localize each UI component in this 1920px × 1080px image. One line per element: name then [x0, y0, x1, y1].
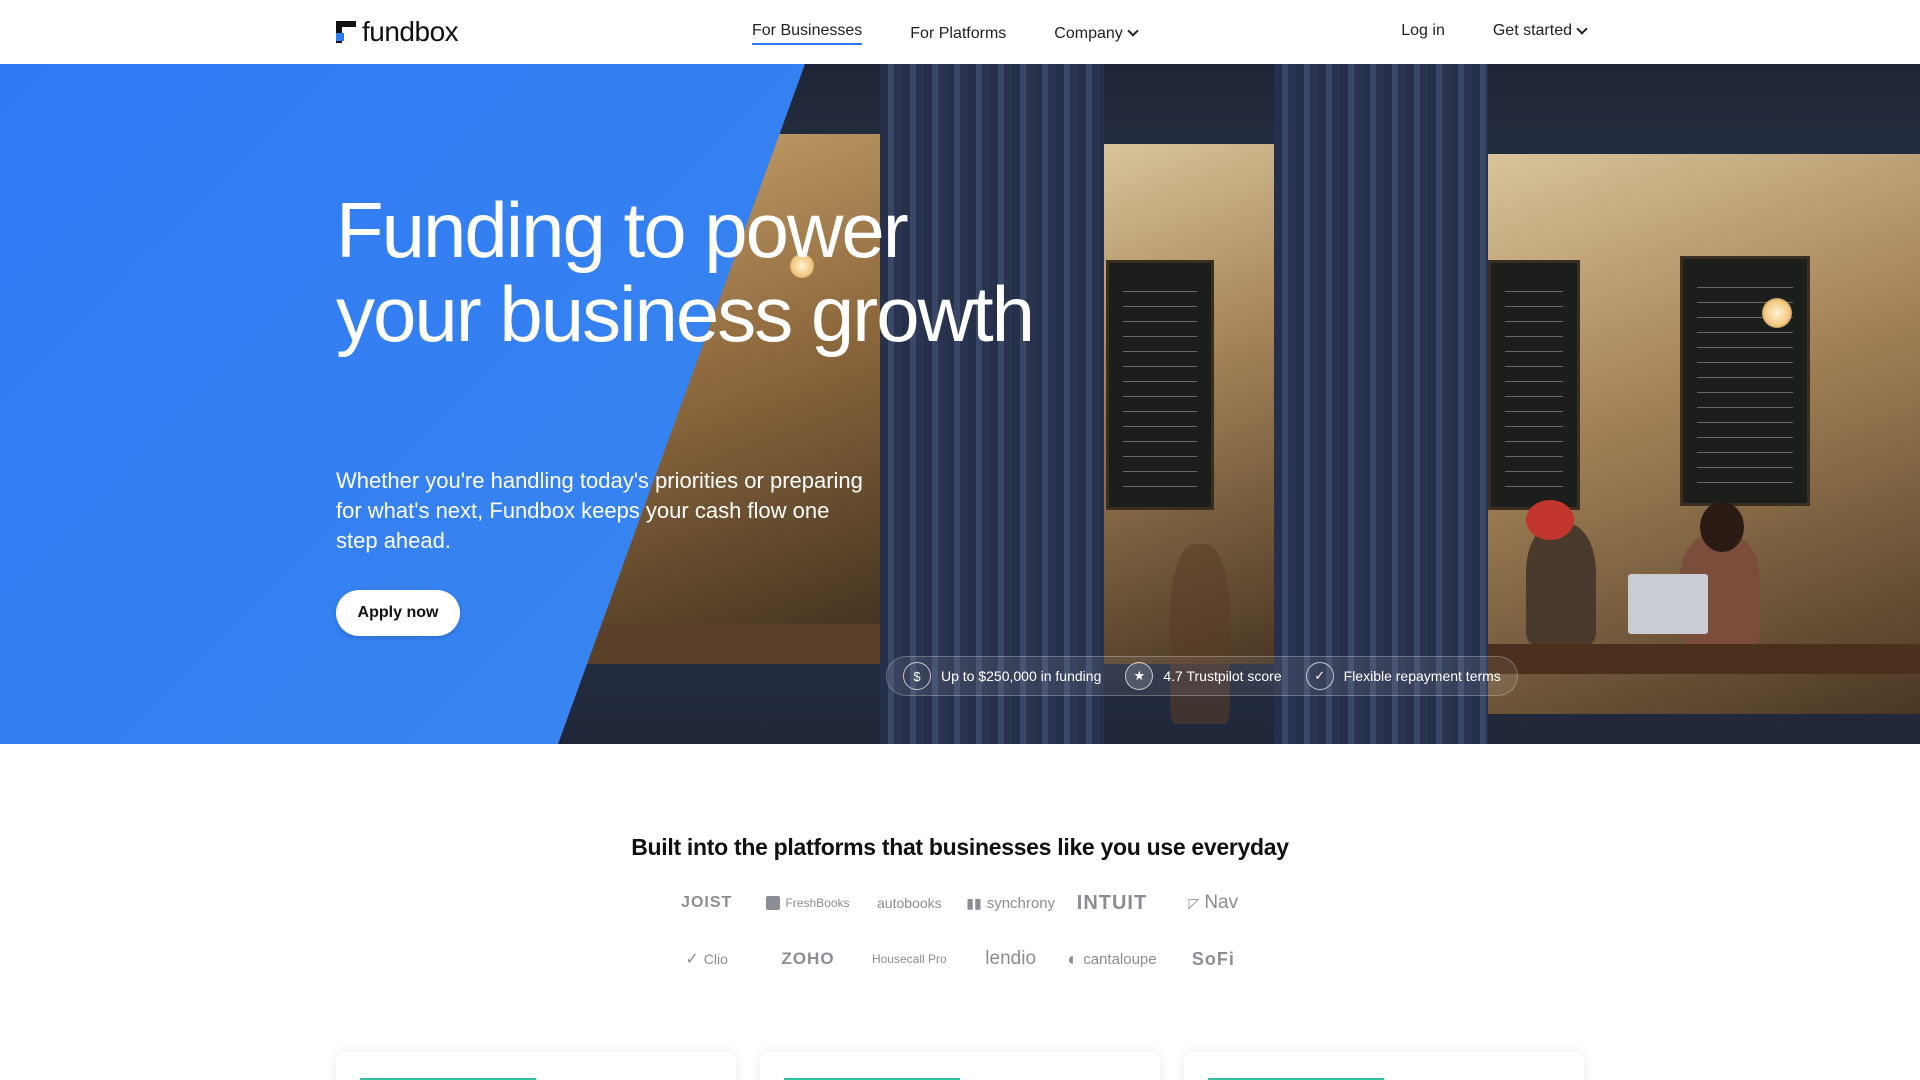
autobooks-logo: autobooks: [877, 895, 942, 911]
freshbooks-text: FreshBooks: [785, 896, 850, 910]
zoho-logo: ZOHO: [781, 949, 835, 968]
top-nav: fundbox For Businesses For Platforms Com…: [0, 0, 1920, 64]
synchrony-logo: ▮▮ synchrony: [960, 890, 1061, 916]
partners-title: Built into the platforms that businesses…: [631, 834, 1289, 860]
nav-link-company-label: Company: [1054, 24, 1123, 42]
feature-card: [760, 1052, 1160, 1080]
freshbooks-logo: FreshBooks: [757, 890, 858, 916]
nav-link-company[interactable]: Company: [1054, 22, 1139, 45]
clio-check-icon: ✓: [685, 951, 699, 968]
cantaloupe-logo: ◐ cantaloupe: [1061, 946, 1162, 972]
partner-logos-grid: JOIST FreshBooks autobooks ▮▮ synchrony I…: [656, 890, 1264, 972]
check-icon: ✓: [1305, 662, 1334, 690]
nav-link-for-businesses[interactable]: For Businesses: [752, 22, 863, 45]
star-icon: ★: [1125, 662, 1154, 690]
chevron-down-icon: [1576, 22, 1588, 35]
hero-subtitle: Whether you're handling today's prioriti…: [336, 468, 863, 553]
housecall-pro-logo: Housecall Pro: [871, 952, 947, 966]
main-nav-links: For Businesses For Platforms Company: [752, 22, 1139, 45]
badge-trustpilot: ★ 4.7 Trustpilot score: [1125, 662, 1282, 690]
dollar-icon: $: [903, 662, 931, 690]
sofi-logo: SoFi: [1191, 948, 1235, 969]
fundbox-logo-mark-icon: [336, 21, 356, 43]
intuit-logo: INTUIT: [1076, 891, 1148, 914]
hero-section: Funding to power your business growth Wh…: [0, 64, 1920, 744]
feature-card: [1184, 1052, 1584, 1080]
cantaloupe-text: cantaloupe: [1083, 950, 1157, 968]
chevron-down-icon: [1127, 25, 1139, 37]
get-started-label: Get started: [1492, 22, 1572, 39]
freshbooks-icon: [766, 896, 781, 910]
cantaloupe-icon: ◐: [1067, 948, 1079, 969]
synchrony-bars-icon: ▮▮: [966, 894, 982, 911]
clio-logo: ✓ Clio: [656, 946, 757, 972]
synchrony-text: synchrony: [986, 894, 1056, 912]
fundbox-logo[interactable]: fundbox: [336, 16, 459, 48]
badge-repayment: ✓ Flexible repayment terms: [1305, 662, 1501, 690]
feature-card: [336, 1052, 736, 1080]
lendio-logo: lendio: [985, 948, 1037, 969]
hero-badges: $ Up to $250,000 in funding ★ 4.7 Trustp…: [886, 656, 1518, 696]
get-started-dropdown[interactable]: Get started: [1492, 22, 1588, 40]
badge-funding: $ Up to $250,000 in funding: [903, 662, 1101, 690]
logo-wordmark: fundbox: [362, 16, 459, 47]
clio-text: Clio: [703, 951, 728, 967]
badge-repayment-text: Flexible repayment terms: [1343, 668, 1501, 684]
nav-text: Nav: [1204, 892, 1239, 913]
joist-logo: JOIST: [681, 894, 733, 911]
login-link[interactable]: Log in: [1401, 22, 1445, 40]
nav-logo: ◸ Nav: [1163, 890, 1264, 916]
nav-flag-icon: ◸: [1188, 894, 1200, 911]
badge-trustpilot-text: 4.7 Trustpilot score: [1163, 668, 1282, 684]
badge-funding-text: Up to $250,000 in funding: [941, 668, 1102, 684]
apply-now-button[interactable]: Apply now: [336, 590, 460, 636]
nav-right: Log in Get started: [1401, 22, 1588, 40]
nav-link-for-platforms[interactable]: For Platforms: [910, 22, 1006, 45]
hero-title: Funding to power your business growth: [336, 186, 1035, 358]
